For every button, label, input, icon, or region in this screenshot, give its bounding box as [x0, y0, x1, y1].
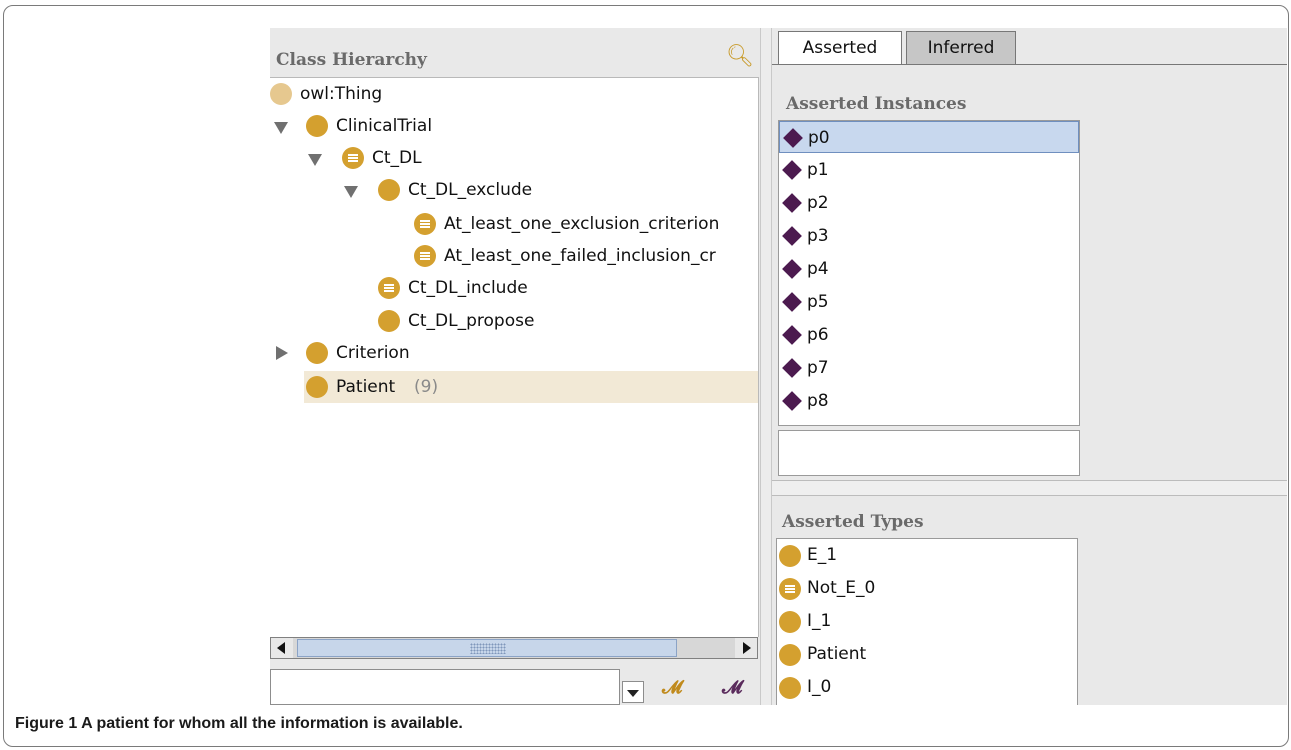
class-icon	[378, 179, 400, 201]
individual-icon	[782, 391, 802, 411]
tree-node-ct-dl[interactable]: Ct_DL	[270, 142, 758, 174]
tree-node-exclusion-criterion[interactable]: At_least_one_exclusion_criterion	[270, 208, 758, 240]
search-dropdown-button[interactable]	[622, 681, 644, 703]
list-item-p1[interactable]: p1	[779, 154, 1079, 186]
caption-text: A patient for whom all the information i…	[81, 715, 463, 732]
tree-node-label: At_least_one_exclusion_criterion	[444, 214, 720, 234]
individual-icon	[782, 193, 802, 213]
instance-label: p2	[807, 193, 829, 213]
scroll-left-button[interactable]	[271, 638, 293, 658]
tab-asserted[interactable]: Asserted	[778, 31, 902, 64]
list-item-p6[interactable]: p6	[779, 319, 1079, 351]
tree-node-label: ClinicalTrial	[336, 116, 433, 136]
defined-class-icon	[414, 213, 436, 235]
horizontal-scrollbar[interactable]	[270, 637, 758, 659]
figure-caption: Figure 1 A patient for whom all the info…	[15, 715, 463, 733]
tree-node-label: Ct_DL_include	[408, 278, 528, 298]
class-icon	[306, 376, 328, 398]
class-search-input[interactable]	[270, 669, 620, 705]
tree-node-label: Ct_DL_propose	[408, 311, 535, 331]
tree-node-failed-inclusion[interactable]: At_least_one_failed_inclusion_cr	[270, 240, 758, 272]
tree-node-ct-dl-include[interactable]: Ct_DL_include	[270, 272, 758, 304]
list-item-p5[interactable]: p5	[779, 286, 1079, 318]
individual-icon	[783, 128, 803, 148]
individual-icon	[782, 160, 802, 180]
class-icon	[270, 83, 292, 105]
arrow-right-icon	[743, 642, 751, 654]
find-all-binoculars-icon[interactable]: 𝓜	[722, 677, 742, 698]
class-tree[interactable]: owl:Thing ClinicalTrial Ct_DL Ct_DL_excl…	[270, 77, 759, 637]
tree-node-ct-dl-exclude[interactable]: Ct_DL_exclude	[270, 174, 758, 206]
instance-label: p7	[807, 358, 829, 378]
tree-node-label: At_least_one_failed_inclusion_cr	[444, 246, 716, 266]
class-icon	[306, 115, 328, 137]
list-item-p3[interactable]: p3	[779, 220, 1079, 252]
class-icon	[378, 310, 400, 332]
expand-toggle-icon[interactable]	[308, 154, 322, 166]
tree-node-label: Ct_DL	[372, 148, 422, 168]
instance-detail-box[interactable]	[778, 430, 1080, 476]
list-item-p7[interactable]: p7	[779, 352, 1079, 384]
class-hierarchy-title: Class Hierarchy	[276, 50, 427, 70]
instance-label: p0	[808, 128, 830, 148]
class-icon	[779, 644, 801, 666]
tab-inferred[interactable]: Inferred	[906, 31, 1016, 64]
tree-node-patient[interactable]: Patient (9)	[304, 371, 758, 403]
individual-icon	[782, 358, 802, 378]
class-icon	[779, 611, 801, 633]
asserted-instances-title: Asserted Instances	[786, 94, 967, 114]
instance-count: (9)	[414, 377, 439, 397]
list-item-p2[interactable]: p2	[779, 187, 1079, 219]
tree-node-label: Criterion	[336, 343, 410, 363]
arrow-left-icon	[277, 642, 285, 654]
defined-class-icon	[342, 147, 364, 169]
caption-label: Figure 1	[15, 715, 78, 732]
type-label: Not_E_0	[807, 578, 876, 598]
tree-node-ct-dl-propose[interactable]: Ct_DL_propose	[270, 305, 758, 337]
expand-toggle-icon[interactable]	[344, 186, 358, 198]
class-icon	[306, 342, 328, 364]
tree-node-clinicaltrial[interactable]: ClinicalTrial	[270, 110, 758, 142]
tree-node-criterion[interactable]: Criterion	[270, 337, 758, 369]
type-label: Patient	[807, 644, 867, 664]
panel-separator[interactable]	[772, 480, 1287, 496]
grip-icon	[470, 643, 506, 654]
types-list[interactable]: E_1 Not_E_0 I_1 Patient I_0	[776, 538, 1078, 705]
defined-class-icon	[779, 578, 801, 600]
class-icon	[779, 545, 801, 567]
instance-label: p6	[807, 325, 829, 345]
instance-label: p1	[807, 160, 829, 180]
defined-class-icon	[378, 277, 400, 299]
scroll-thumb[interactable]	[297, 639, 677, 657]
tree-node-label: Patient	[336, 377, 396, 397]
instance-label: p4	[807, 259, 829, 279]
individual-icon	[782, 259, 802, 279]
expand-toggle-icon[interactable]	[274, 122, 288, 134]
instance-label: p3	[807, 226, 829, 246]
type-label: E_1	[807, 545, 838, 565]
tree-node-label: owl:Thing	[300, 84, 383, 104]
individual-icon	[782, 325, 802, 345]
class-icon	[779, 677, 801, 699]
list-item-p0[interactable]: p0	[779, 121, 1079, 153]
list-item-p8[interactable]: p8	[779, 385, 1079, 417]
defined-class-icon	[414, 245, 436, 267]
asserted-types-title: Asserted Types	[782, 512, 924, 532]
protege-screenshot: Class Hierarchy 🔍︎ owl:Thing ClinicalTri…	[270, 28, 1287, 705]
tree-node-label: Ct_DL_exclude	[408, 180, 533, 200]
scroll-right-button[interactable]	[735, 638, 757, 658]
instance-label: p5	[807, 292, 829, 312]
search-icon[interactable]: 🔍︎	[726, 44, 754, 69]
instances-list[interactable]: p0 p1 p2 p3 p4 p5 p6 p7 p8	[778, 120, 1080, 426]
individual-icon	[782, 226, 802, 246]
list-item-p4[interactable]: p4	[779, 253, 1079, 285]
type-label: I_0	[807, 677, 832, 697]
individual-icon	[782, 292, 802, 312]
tree-node-owl-thing[interactable]: owl:Thing	[270, 78, 758, 110]
type-label: I_1	[807, 611, 832, 631]
collapsed-toggle-icon[interactable]	[276, 346, 288, 360]
instance-label: p8	[807, 391, 829, 411]
split-divider[interactable]	[760, 28, 772, 705]
find-binoculars-icon[interactable]: 𝓜	[662, 677, 682, 698]
